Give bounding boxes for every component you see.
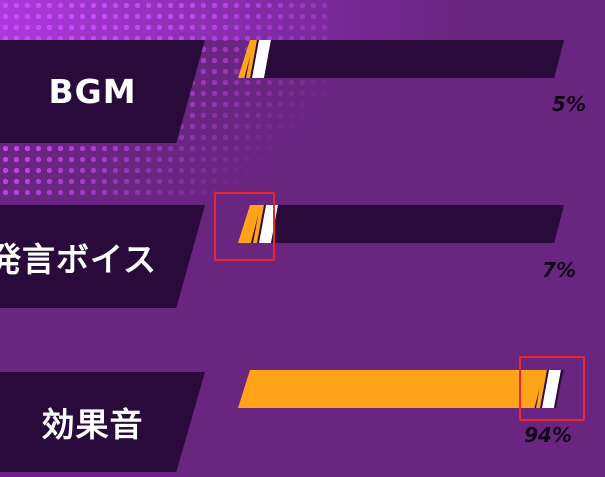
voice-label-panel: 発言ボイス [0, 205, 205, 308]
voice-thumb-highlight [214, 192, 275, 261]
sfx-thumb-highlight [519, 356, 585, 421]
bgm-label: BGM [48, 72, 137, 111]
bgm-slider-thumb[interactable] [246, 40, 274, 78]
sfx-label-panel: 効果音 [0, 372, 205, 472]
voice-slider[interactable] [230, 205, 570, 243]
sfx-label: 効果音 [41, 405, 144, 444]
bgm-value: 5% [552, 92, 586, 116]
sfx-value: 94% [524, 423, 572, 447]
voice-value: 7% [542, 258, 576, 282]
sfx-slider-fill [238, 370, 544, 408]
slash-thumb-icon [246, 40, 274, 78]
bgm-slider[interactable] [230, 40, 570, 78]
bgm-slider-track[interactable] [238, 40, 564, 78]
voice-label: 発言ボイス [0, 239, 157, 279]
bgm-label-panel: BGM [0, 40, 205, 143]
voice-slider-track[interactable] [238, 205, 564, 243]
